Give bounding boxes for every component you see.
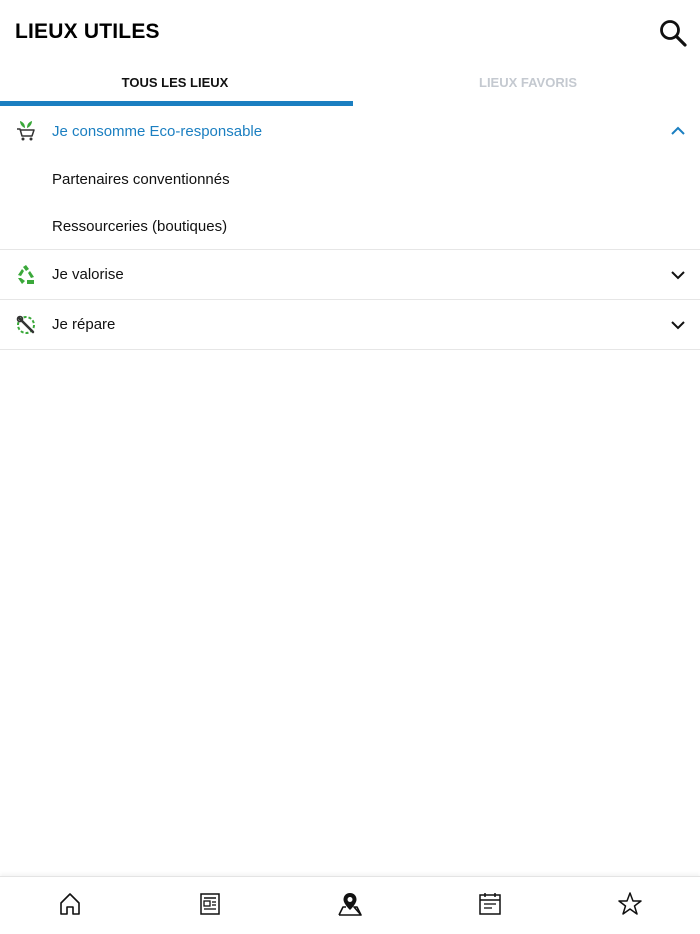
category-label: Je répare — [52, 316, 116, 333]
nav-favorites[interactable] — [560, 877, 700, 934]
nav-places[interactable] — [280, 877, 420, 934]
list-item-partners[interactable]: Partenaires conventionnés — [0, 156, 700, 203]
bottom-navigation — [0, 876, 700, 934]
list-item-ressourceries[interactable]: Ressourceries (boutiques) — [0, 203, 700, 250]
category-list: Je consomme Eco-responsable Partenaires … — [0, 106, 700, 350]
page-title: LIEUX UTILES — [15, 20, 160, 43]
tab-favorite-places[interactable]: LIEUX FAVORIS — [353, 66, 700, 107]
recycle-icon — [15, 264, 37, 286]
home-icon — [57, 891, 83, 922]
nav-news[interactable] — [140, 877, 280, 934]
chevron-down-icon[interactable] — [670, 267, 686, 283]
eco-cart-icon — [15, 120, 37, 142]
map-pin-icon — [337, 891, 363, 922]
nav-agenda[interactable] — [420, 877, 560, 934]
list-item-label: Partenaires conventionnés — [52, 171, 230, 188]
category-label: Je valorise — [52, 266, 124, 283]
search-icon[interactable] — [658, 18, 688, 48]
list-item-label: Ressourceries (boutiques) — [52, 217, 228, 235]
category-valorise[interactable]: Je valorise — [0, 250, 700, 300]
app-header: LIEUX UTILES — [0, 0, 700, 66]
chevron-up-icon[interactable] — [670, 123, 686, 139]
chevron-down-icon[interactable] — [670, 317, 686, 333]
news-icon — [197, 891, 223, 922]
nav-home[interactable] — [0, 877, 140, 934]
category-eco-consumption[interactable]: Je consomme Eco-responsable — [0, 106, 700, 156]
category-repare[interactable]: Je répare — [0, 300, 700, 350]
star-icon — [617, 891, 643, 922]
category-label: Je consomme Eco-responsable — [52, 122, 263, 140]
calendar-icon — [477, 891, 503, 922]
repair-wrench-icon — [15, 314, 37, 336]
